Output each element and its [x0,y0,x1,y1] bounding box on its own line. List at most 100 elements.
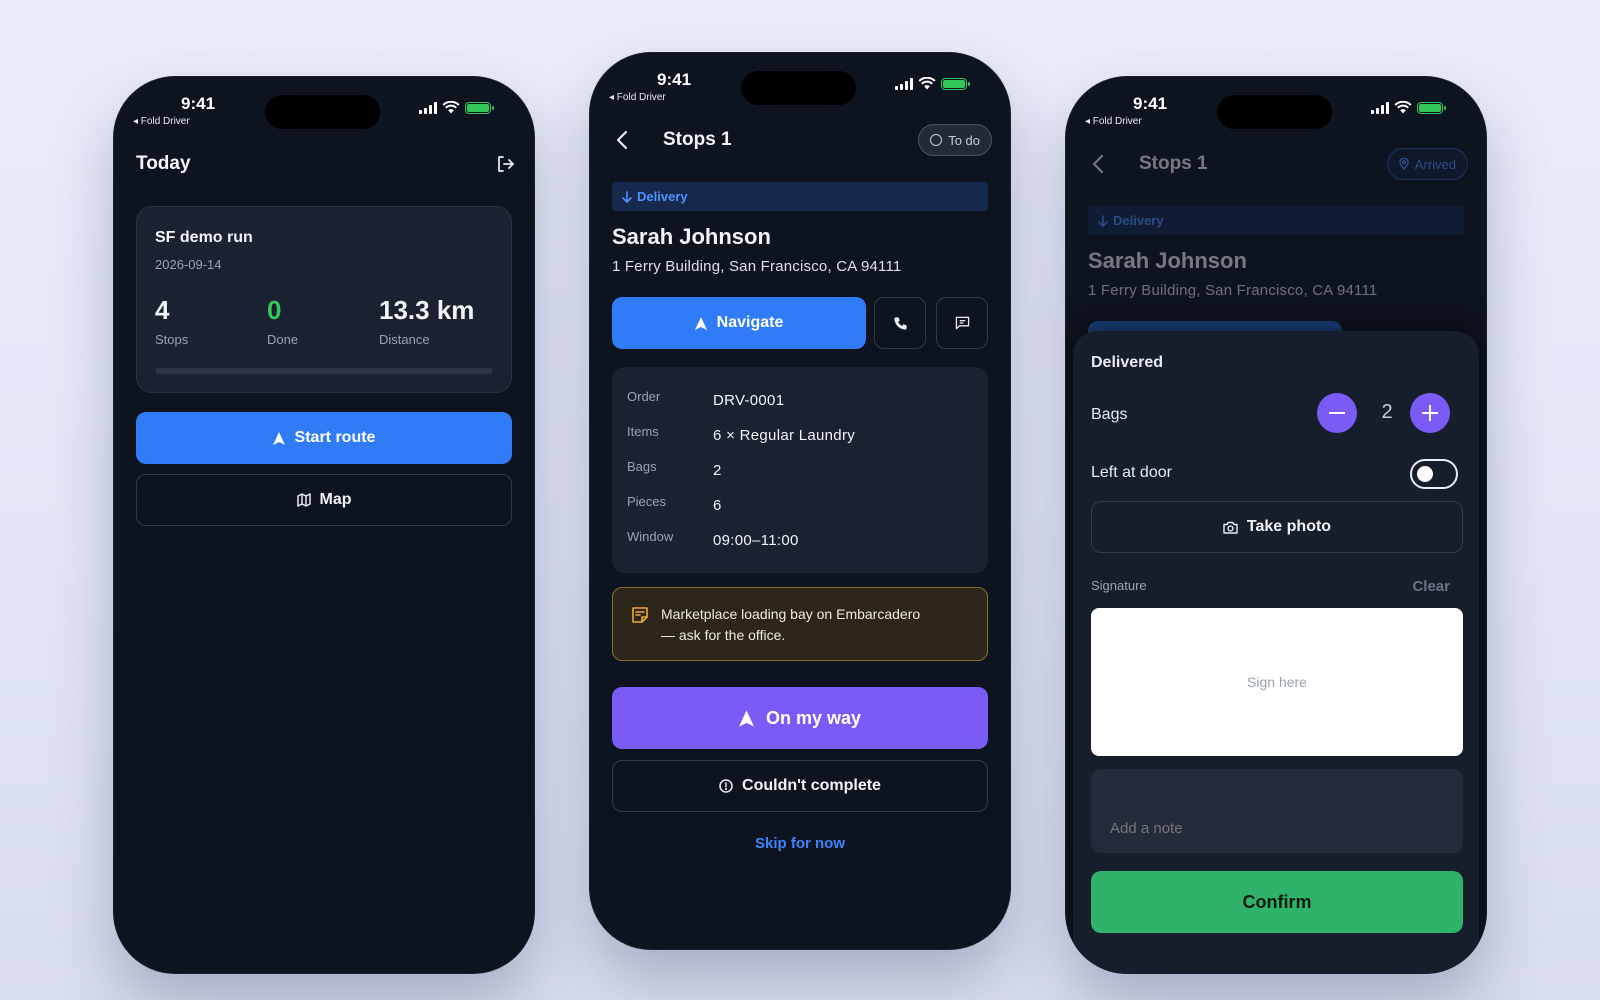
order-details-card: Order DRV-0001 Items 6 × Regular Laundry… [612,367,988,573]
signal-icon [895,77,913,90]
stat-label: Stops [155,332,189,347]
on-my-way-button[interactable]: On my way [612,687,988,749]
on-my-way-label: On my way [765,707,862,728]
customer-address: 1 Ferry Building, San Francisco, CA 9411… [1088,282,1378,299]
status-icons [419,101,494,114]
stat-value: 13.3 km [379,295,475,325]
bags-increment-button[interactable] [1410,393,1450,433]
status-badge: To do [918,124,992,156]
customer-name: Sarah Johnson [1088,248,1247,273]
back-chevron-icon [1092,154,1104,174]
page-title: Today [136,153,191,174]
back-chevron-icon[interactable] [615,130,629,150]
status-badge: Arrived [1386,148,1468,180]
navigate-label: Navigate [716,314,784,331]
logout-icon[interactable] [495,154,515,174]
battery-icon [465,101,494,114]
order-row-value: DRV-0001 [713,392,785,409]
customer-name: Sarah Johnson [612,224,771,249]
order-row-key: Order [627,389,661,404]
left-at-door-label: Left at door [1091,464,1172,481]
map-label: Map [319,491,352,508]
note-icon [632,607,648,623]
wifi-icon [918,77,936,90]
order-row: Pieces 6 [627,488,973,523]
order-row-key: Pieces [627,494,667,509]
phone-today-screen: 9:41 ◂ Fold Driver Today SF demo run 202… [113,76,535,974]
bags-decrement-button[interactable] [1317,393,1357,433]
dynamic-island [741,71,856,105]
customer-address: 1 Ferry Building, San Francisco, CA 9411… [612,258,902,275]
stat-done: 0 Done [267,295,298,347]
clear-signature-button[interactable]: Clear [1412,578,1450,595]
order-row-value: 2 [713,462,722,479]
stat-distance: 13.3 km Distance [379,295,474,347]
route-progress-bar [155,368,493,374]
signal-icon [419,101,437,114]
route-name: SF demo run [155,229,253,246]
alert-circle-icon [719,779,733,793]
couldnt-complete-button[interactable]: Couldn't complete [612,760,988,812]
order-row: Window 09:00–11:00 [627,523,973,558]
signature-pad[interactable]: Sign here [1091,608,1463,756]
signature-label: Signature [1091,578,1147,593]
stop-type-banner: Delivery [1088,206,1464,235]
note-text-line-1: Marketplace loading bay on Embarcadero [661,606,921,622]
status-badge-label: To do [948,132,980,148]
couldnt-complete-label: Couldn't complete [742,777,881,794]
map-button[interactable]: Map [136,474,512,526]
sheet-heading: Delivered [1091,354,1164,371]
status-icons [1371,101,1446,114]
order-row-value: 09:00–11:00 [713,532,799,549]
stat-label: Done [267,332,299,347]
confirm-button[interactable]: Confirm [1091,871,1463,933]
minus-icon [1329,412,1345,414]
start-route-button[interactable]: Start route [136,412,512,464]
stat-label: Distance [379,332,430,347]
wifi-icon [1394,101,1412,114]
status-circle-icon [930,134,943,146]
route-date: 2026-09-14 [155,257,222,272]
route-summary-card[interactable]: SF demo run 2026-09-14 4 Stops 0 Done 13… [136,206,512,393]
status-time: 9:41 [657,70,692,89]
arrow-down-icon [622,190,632,203]
navigation-arrow-icon [272,431,285,445]
stop-type-label: Delivery [637,189,688,204]
map-icon [296,493,311,507]
status-badge-label: Arrived [1414,156,1456,172]
left-at-door-toggle[interactable] [1410,459,1458,489]
dynamic-island [1217,95,1332,129]
back-to-app-link[interactable]: ◂ Fold Driver [133,116,190,127]
navigation-arrow-icon [738,709,754,727]
stat-value: 0 [267,295,282,325]
note-input[interactable] [1091,769,1463,853]
navigate-button[interactable]: Navigate [612,297,866,349]
page-title: Stops 1 [1139,153,1208,174]
stat-stops: 4 Stops [155,295,188,347]
back-to-app-link[interactable]: ◂ Fold Driver [609,92,666,103]
back-to-app-link[interactable]: ◂ Fold Driver [1085,116,1142,127]
note-text-line-2: — ask for the office. [661,627,786,643]
navigation-arrow-icon [694,316,707,330]
skip-for-now-link[interactable]: Skip for now [589,835,1011,852]
order-row: Bags 2 [627,453,973,488]
phone-icon [893,316,907,330]
status-icons [895,77,970,90]
message-button[interactable] [936,297,988,349]
take-photo-button[interactable]: Take photo [1091,501,1463,553]
order-row-key: Bags [627,459,657,474]
toggle-knob [1417,466,1433,482]
call-button[interactable] [874,297,926,349]
wifi-icon [442,101,460,114]
order-row-key: Window [627,529,674,544]
take-photo-label: Take photo [1246,518,1332,535]
page-title: Stops 1 [663,129,732,150]
delivery-note: Marketplace loading bay on Embarcadero —… [612,587,988,661]
status-time: 9:41 [181,94,216,113]
order-row-value: 6 × Regular Laundry [713,427,856,444]
message-icon [955,316,969,330]
order-row: Order DRV-0001 [627,383,973,418]
bags-count: 2 [1381,401,1393,423]
status-time: 9:41 [1133,94,1168,113]
phone-delivery-confirm-screen: 9:41 ◂ Fold Driver Stops 1 Arrived Deliv… [1065,76,1487,974]
